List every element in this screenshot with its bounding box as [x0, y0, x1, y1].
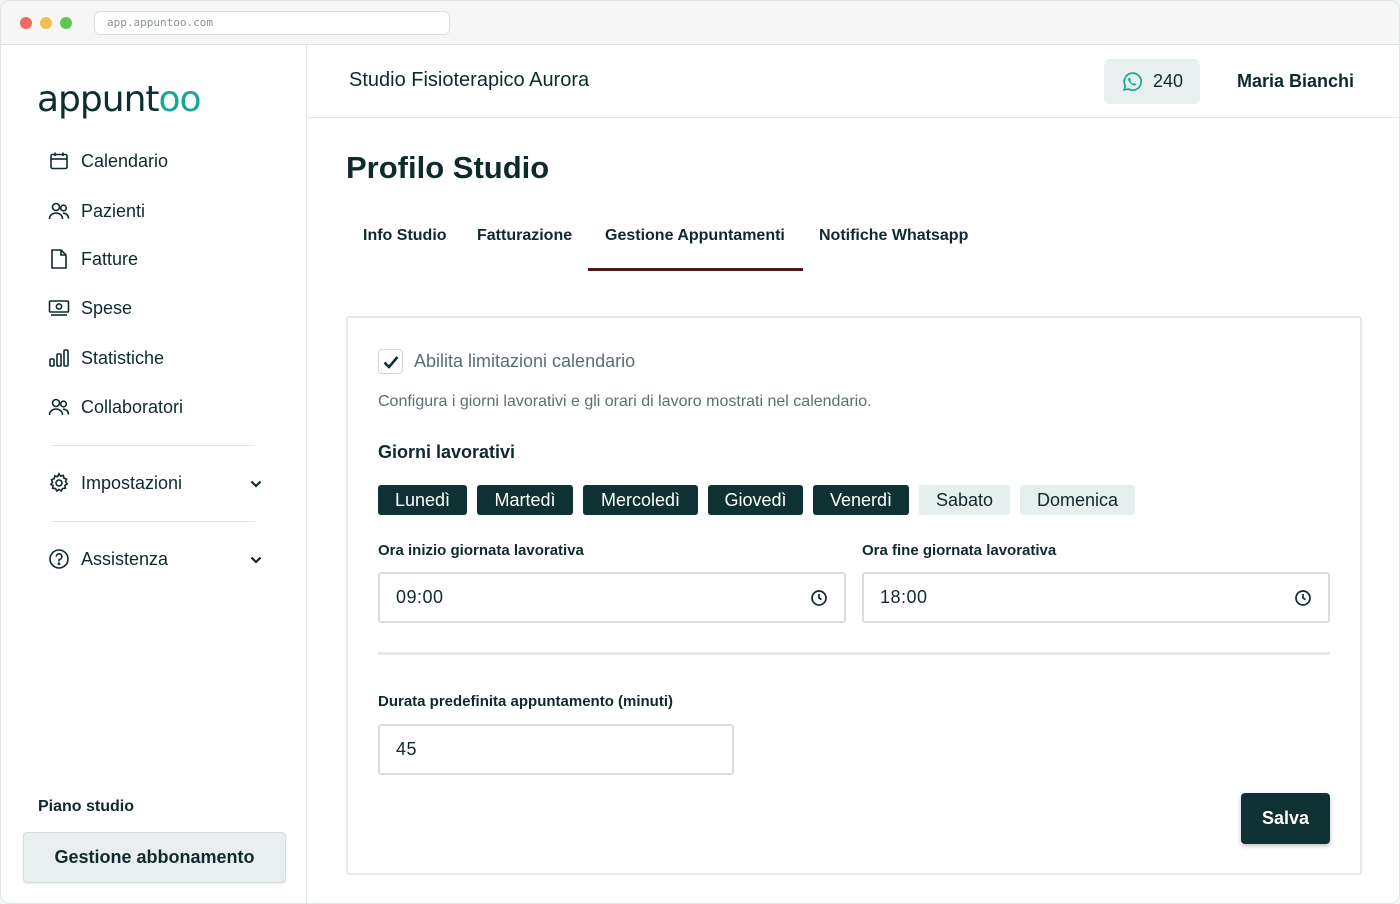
- gear-icon: [47, 471, 71, 495]
- sidebar-item-collaboratori[interactable]: Collaboratori: [47, 392, 183, 422]
- sidebar-item-impostazioni[interactable]: Impostazioni: [47, 468, 182, 498]
- plan-label: Piano studio: [38, 798, 134, 815]
- sidebar: appuntoo Calendario Pazienti Fatture Spe…: [1, 45, 307, 903]
- working-days-title: Giorni lavorativi: [378, 442, 516, 462]
- chevron-down-icon[interactable]: [247, 551, 265, 569]
- maximize-window-button[interactable]: [60, 17, 72, 29]
- duration-input[interactable]: 45: [378, 724, 734, 775]
- whatsapp-credits-badge[interactable]: 240: [1104, 59, 1200, 104]
- check-icon: [383, 355, 398, 369]
- active-tab-indicator: [588, 268, 803, 271]
- duration-label: Durata predefinita appuntamento (minuti): [378, 693, 674, 710]
- end-time-value: 18:00: [880, 587, 928, 607]
- sidebar-divider: [51, 445, 255, 446]
- tab-info-studio[interactable]: Info Studio: [363, 227, 447, 245]
- start-time-input[interactable]: 09:00: [378, 572, 846, 623]
- address-bar[interactable]: app.appuntoo.com: [94, 11, 450, 35]
- sidebar-item-fatture[interactable]: Fatture: [47, 244, 138, 274]
- page-title: Profilo Studio: [346, 150, 550, 185]
- day-toggle-martedi[interactable]: Martedì: [477, 485, 573, 515]
- calendar-icon: [47, 149, 71, 173]
- sidebar-item-spese[interactable]: Spese: [47, 293, 132, 323]
- money-icon: [47, 296, 71, 320]
- logo-main: appunt: [37, 79, 160, 120]
- section-divider: [378, 652, 1330, 655]
- start-time-value: 09:00: [396, 587, 444, 607]
- chevron-down-icon[interactable]: [247, 475, 265, 493]
- day-toggle-sabato[interactable]: Sabato: [919, 485, 1010, 515]
- users-icon: [47, 395, 71, 419]
- end-time-label: Ora fine giornata lavorativa: [862, 542, 1057, 559]
- sidebar-item-assistenza[interactable]: Assistenza: [47, 544, 168, 574]
- clock-icon[interactable]: [1294, 589, 1312, 612]
- top-bar: Studio Fisioterapico Aurora 240 Maria Bi…: [308, 45, 1399, 118]
- user-menu[interactable]: Maria Bianchi: [1237, 71, 1354, 92]
- sidebar-item-label: Fatture: [81, 248, 139, 269]
- app-window: app.appuntoo.com appuntoo Calendario Paz…: [0, 0, 1400, 904]
- tab-notifiche-whatsapp[interactable]: Notifiche Whatsapp: [819, 227, 968, 245]
- sidebar-item-label: Calendario: [81, 150, 169, 171]
- clock-icon[interactable]: [810, 589, 828, 612]
- sidebar-divider: [51, 521, 255, 522]
- sidebar-item-calendario[interactable]: Calendario: [47, 146, 168, 176]
- day-toggle-mercoledi[interactable]: Mercoledì: [583, 485, 698, 515]
- day-toggle-venerdi[interactable]: Venerdì: [813, 485, 909, 515]
- sidebar-item-statistiche[interactable]: Statistiche: [47, 343, 164, 373]
- sidebar-item-pazienti[interactable]: Pazienti: [47, 196, 145, 226]
- day-toggle-domenica[interactable]: Domenica: [1020, 485, 1135, 515]
- sidebar-item-label: Pazienti: [81, 200, 146, 221]
- users-icon: [47, 199, 71, 223]
- sidebar-item-label: Assistenza: [81, 548, 169, 569]
- duration-value: 45: [396, 739, 418, 759]
- logo-accent: oo: [158, 79, 202, 120]
- help-circle-icon: [47, 547, 71, 571]
- tab-gestione-appuntamenti[interactable]: Gestione Appuntamenti: [605, 227, 785, 245]
- section-description: Configura i giorni lavorativi e gli orar…: [378, 393, 872, 410]
- start-time-label: Ora inizio giornata lavorativa: [378, 542, 584, 559]
- end-time-input[interactable]: 18:00: [862, 572, 1330, 623]
- studio-name: Studio Fisioterapico Aurora: [349, 69, 590, 91]
- sidebar-item-label: Collaboratori: [81, 396, 184, 417]
- day-toggle-giovedi[interactable]: Giovedì: [708, 485, 803, 515]
- app-logo[interactable]: appuntoo: [37, 79, 202, 120]
- save-button[interactable]: Salva: [1241, 793, 1330, 844]
- bar-chart-icon: [47, 346, 71, 370]
- whatsapp-icon: [1122, 71, 1142, 91]
- day-toggle-lunedi[interactable]: Lunedì: [378, 485, 467, 515]
- enable-calendar-limits-checkbox[interactable]: [378, 349, 403, 374]
- browser-chrome: app.appuntoo.com: [1, 1, 1399, 45]
- minimize-window-button[interactable]: [40, 17, 52, 29]
- close-window-button[interactable]: [20, 17, 32, 29]
- sidebar-item-label: Spese: [81, 297, 133, 318]
- file-icon: [47, 247, 71, 271]
- manage-subscription-button[interactable]: Gestione abbonamento: [23, 832, 286, 883]
- checkbox-label: Abilita limitazioni calendario: [414, 351, 636, 371]
- sidebar-item-label: Statistiche: [81, 347, 165, 368]
- sidebar-item-label: Impostazioni: [81, 472, 183, 493]
- whatsapp-count: 240: [1152, 71, 1184, 91]
- tab-fatturazione[interactable]: Fatturazione: [477, 227, 572, 245]
